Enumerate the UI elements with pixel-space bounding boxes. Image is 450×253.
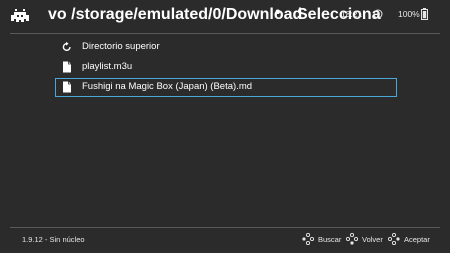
hint-back-label: Volver [362, 235, 383, 244]
file-list: Directorio superior playlist.m3u Fushigi… [55, 38, 397, 99]
footer-divider [10, 227, 440, 228]
current-path-title: vo /storage/emulated/0/Download [48, 6, 303, 23]
gamepad-button-icon [388, 233, 400, 245]
gamepad-button-icon [302, 233, 314, 245]
file-icon [63, 81, 71, 93]
hint-accept-label: Aceptar [404, 235, 430, 244]
clock-icon [373, 9, 383, 19]
list-item-file-selected[interactable]: Fushigi na Magic Box (Japan) (Beta).md [55, 78, 397, 97]
header-divider [10, 33, 440, 34]
battery-text: 100% [398, 9, 420, 19]
file-icon [63, 61, 71, 73]
list-item-label: playlist.m3u [82, 61, 133, 72]
list-item-file[interactable]: playlist.m3u [55, 58, 397, 76]
retroarch-logo-icon [11, 9, 29, 22]
gamepad-button-icon [346, 233, 358, 245]
battery-icon [421, 8, 428, 20]
list-item-label: Directorio superior [82, 41, 160, 52]
parent-directory-icon [62, 41, 71, 51]
title-separator: • [275, 4, 281, 21]
menu-subtitle: Selecciona [297, 6, 381, 23]
version-status: 1.9.12 - Sin núcleo [22, 235, 85, 244]
hint-search-label: Buscar [318, 235, 342, 244]
clock-text: 18:21 [341, 9, 363, 19]
list-item-parent-directory[interactable]: Directorio superior [55, 38, 397, 56]
list-item-label: Fushigi na Magic Box (Japan) (Beta).md [82, 81, 253, 92]
header-bar: vo /storage/emulated/0/Download • Selecc… [0, 0, 450, 36]
